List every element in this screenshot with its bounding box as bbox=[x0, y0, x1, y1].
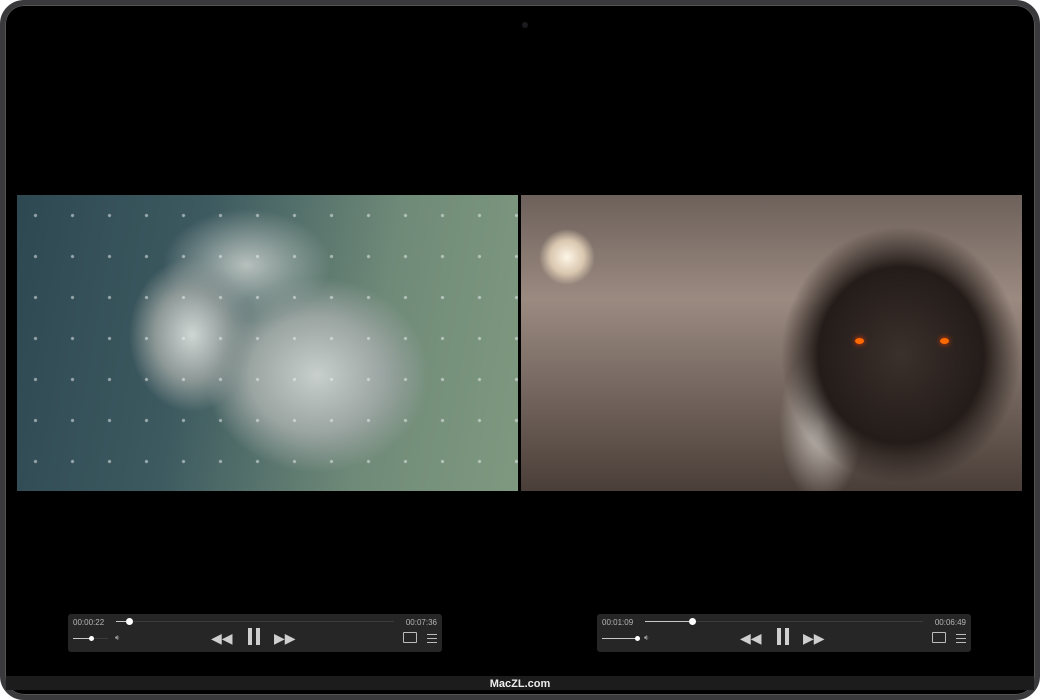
video-player-right[interactable] bbox=[521, 195, 1022, 491]
video-player-left[interactable] bbox=[17, 195, 518, 491]
seek-bar[interactable] bbox=[645, 618, 923, 625]
playlist-icon[interactable] bbox=[424, 631, 437, 643]
pause-icon[interactable] bbox=[248, 628, 264, 649]
fullscreen-icon[interactable] bbox=[403, 632, 417, 643]
current-time: 00:01:09 bbox=[602, 618, 634, 627]
wolf-eye bbox=[855, 338, 864, 344]
seek-bar[interactable] bbox=[116, 618, 394, 625]
seek-knob[interactable] bbox=[126, 618, 134, 625]
pause-icon[interactable] bbox=[777, 628, 793, 649]
rewind-icon[interactable]: ◀◀ bbox=[740, 629, 762, 647]
volume-icon[interactable]: 🔉︎ bbox=[644, 633, 649, 643]
fullscreen-icon[interactable] bbox=[932, 632, 946, 643]
volume-icon[interactable]: 🔉︎ bbox=[115, 633, 120, 643]
duration: 00:07:36 bbox=[405, 618, 437, 627]
wolf-eye bbox=[940, 338, 949, 344]
camera bbox=[522, 22, 528, 28]
duration: 00:06:49 bbox=[934, 618, 966, 627]
rewind-icon[interactable]: ◀◀ bbox=[211, 629, 233, 647]
snow-overlay bbox=[17, 195, 518, 491]
playlist-icon[interactable] bbox=[953, 631, 966, 643]
controls-left: 00:00:22 00:07:36 🔉︎ ◀◀ ▶▶ bbox=[68, 614, 442, 652]
seek-knob[interactable] bbox=[688, 618, 696, 625]
fast-forward-icon[interactable]: ▶▶ bbox=[274, 629, 296, 647]
controls-right: 00:01:09 00:06:49 🔉︎ ◀◀ ▶▶ bbox=[597, 614, 971, 652]
watermark: MacZL.com bbox=[6, 676, 1034, 690]
volume-slider[interactable] bbox=[73, 636, 108, 641]
volume-slider[interactable] bbox=[602, 636, 640, 641]
fast-forward-icon[interactable]: ▶▶ bbox=[803, 629, 825, 647]
current-time: 00:00:22 bbox=[73, 618, 105, 627]
